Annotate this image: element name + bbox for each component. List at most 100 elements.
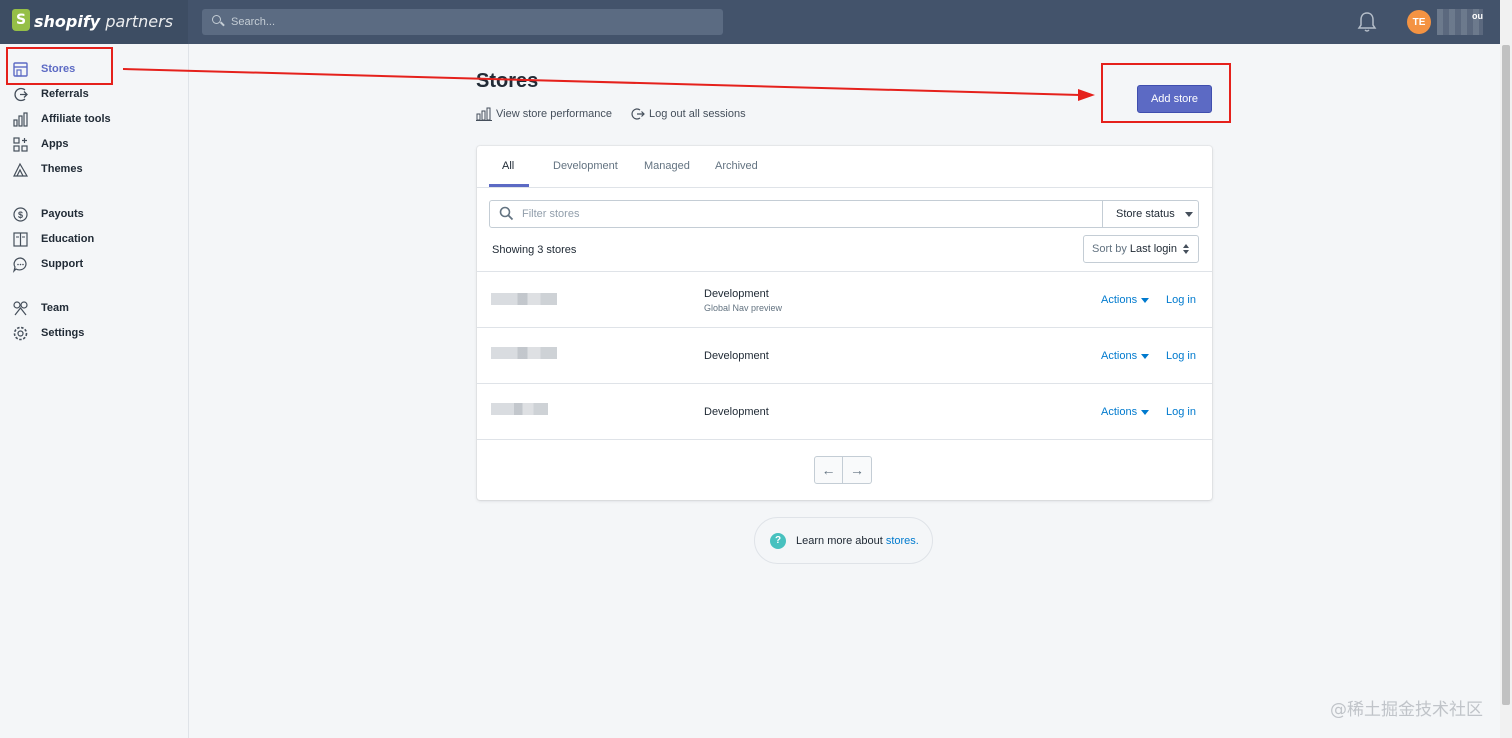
sort-select[interactable]: Sort by Last login (1083, 235, 1199, 263)
log-in-link[interactable]: Log in (1166, 350, 1196, 362)
filter-stores-input[interactable] (520, 207, 1084, 221)
sidebar-item-team[interactable]: Team (12, 298, 69, 318)
logout-icon (631, 108, 645, 120)
log-out-sessions-label: Log out all sessions (649, 108, 746, 120)
actions-label: Actions (1101, 350, 1138, 362)
sidebar-item-themes[interactable]: Themes (12, 159, 83, 179)
view-store-performance-label: View store performance (496, 108, 612, 120)
tab-all[interactable]: All (502, 160, 514, 172)
search-input[interactable] (229, 15, 713, 29)
arrow-right-icon: → (850, 462, 864, 478)
avatar[interactable]: TE (1407, 10, 1431, 34)
arrow-left-icon: ← (821, 462, 836, 478)
store-name-blurred[interactable] (491, 403, 548, 415)
next-page-button[interactable]: → (843, 456, 872, 484)
table-row[interactable]: Development Global Nav preview Actions L… (477, 271, 1212, 328)
sidebar-item-label: Payouts (41, 208, 84, 220)
store-type: Development (704, 406, 769, 418)
sidebar-item-label: Affiliate tools (41, 113, 111, 125)
actions-dropdown[interactable]: Actions (1101, 406, 1150, 418)
performance-chart-icon (476, 107, 492, 121)
sidebar-item-label: Themes (41, 163, 83, 175)
search-icon (499, 206, 514, 221)
store-subtitle: Global Nav preview (704, 303, 783, 313)
previous-page-button[interactable]: ← (814, 456, 843, 484)
store-status-label: Store status (1116, 208, 1175, 220)
logo-name-bold: shopify (34, 12, 101, 31)
store-count: Showing 3 stores (492, 244, 577, 256)
top-bar: shopify partners TE ou (0, 0, 1500, 44)
sidebar-item-label: Apps (41, 138, 69, 150)
themes-icon (12, 161, 29, 178)
chevron-down-icon (1184, 211, 1193, 217)
actions-dropdown[interactable]: Actions (1101, 294, 1150, 306)
watermark: @稀土掘金技术社区 (1330, 700, 1483, 720)
actions-label: Actions (1101, 406, 1138, 418)
footer-help: ? Learn more about stores. (754, 517, 933, 564)
sort-prefix: Sort by (1092, 243, 1127, 255)
stores-help-link[interactable]: stores. (886, 535, 919, 547)
table-row[interactable]: Development Actions Log in (477, 327, 1212, 384)
actions-dropdown[interactable]: Actions (1101, 350, 1150, 362)
sidebar-item-referrals[interactable]: Referrals (12, 84, 89, 104)
sidebar-item-payouts[interactable]: $ Payouts (12, 204, 84, 224)
logo[interactable]: shopify partners (0, 0, 188, 44)
sort-value: Last login (1129, 243, 1177, 255)
apps-icon (12, 136, 29, 153)
book-icon (12, 231, 29, 248)
sidebar-item-label: Team (41, 302, 69, 314)
dollar-icon: $ (12, 206, 29, 223)
help-text: Learn more about (796, 534, 883, 547)
chart-icon (12, 111, 29, 128)
global-search[interactable] (202, 9, 723, 35)
sidebar-item-settings[interactable]: Settings (12, 323, 84, 343)
chevron-down-icon (1141, 353, 1150, 359)
pagination: ← → (814, 456, 872, 484)
annotation-box-add-store (1101, 63, 1231, 123)
sidebar-item-apps[interactable]: Apps (12, 134, 69, 154)
table-row[interactable]: Development Actions Log in (477, 383, 1212, 440)
sidebar-item-support[interactable]: Support (12, 254, 83, 274)
tab-archived[interactable]: Archived (715, 160, 758, 172)
chevron-down-icon (1141, 409, 1150, 415)
sidebar-item-label: Support (41, 258, 84, 270)
bell-icon[interactable] (1357, 11, 1377, 33)
sidebar-item-label: Education (41, 233, 95, 245)
store-name-blurred[interactable] (491, 293, 557, 305)
sidebar-item-label: Settings (41, 327, 85, 339)
tab-development[interactable]: Development (553, 160, 618, 172)
filter-bar: Store status (489, 200, 1199, 228)
sort-arrows-icon (1183, 244, 1190, 254)
shopify-bag-icon (12, 9, 30, 31)
active-tab-indicator (489, 184, 529, 187)
log-out-sessions-link[interactable]: Log out all sessions (631, 107, 746, 121)
stores-card: All Development Managed Archived Store s… (477, 146, 1212, 500)
question-icon: ? (770, 532, 786, 549)
chevron-down-icon (1141, 297, 1150, 303)
filter-field[interactable] (490, 201, 1103, 227)
chat-icon (12, 256, 29, 273)
annotation-box-stores (6, 47, 113, 85)
logo-text: shopify partners (34, 12, 173, 31)
sidebar-item-affiliate-tools[interactable]: Affiliate tools (12, 109, 111, 129)
scrollbar-thumb[interactable] (1502, 45, 1510, 705)
tab-managed[interactable]: Managed (644, 160, 690, 172)
log-in-link[interactable]: Log in (1166, 294, 1196, 306)
account-name-suffix: ou (1472, 11, 1483, 21)
page-title: Stores (476, 70, 539, 92)
svg-text:$: $ (18, 210, 23, 220)
search-icon (211, 14, 227, 30)
gear-icon (12, 325, 29, 342)
log-in-link[interactable]: Log in (1166, 406, 1196, 418)
store-name-blurred[interactable] (491, 347, 557, 359)
store-type: Development (704, 350, 769, 362)
actions-label: Actions (1101, 294, 1138, 306)
store-tabs: All Development Managed Archived (477, 146, 1212, 188)
row-divider (477, 439, 1212, 441)
sidebar-item-education[interactable]: Education (12, 229, 94, 249)
team-icon (12, 300, 29, 317)
view-store-performance-link[interactable]: View store performance (476, 107, 612, 121)
sidebar-item-label: Referrals (41, 88, 89, 100)
store-status-filter[interactable]: Store status (1103, 201, 1198, 227)
store-type: Development (704, 288, 769, 300)
